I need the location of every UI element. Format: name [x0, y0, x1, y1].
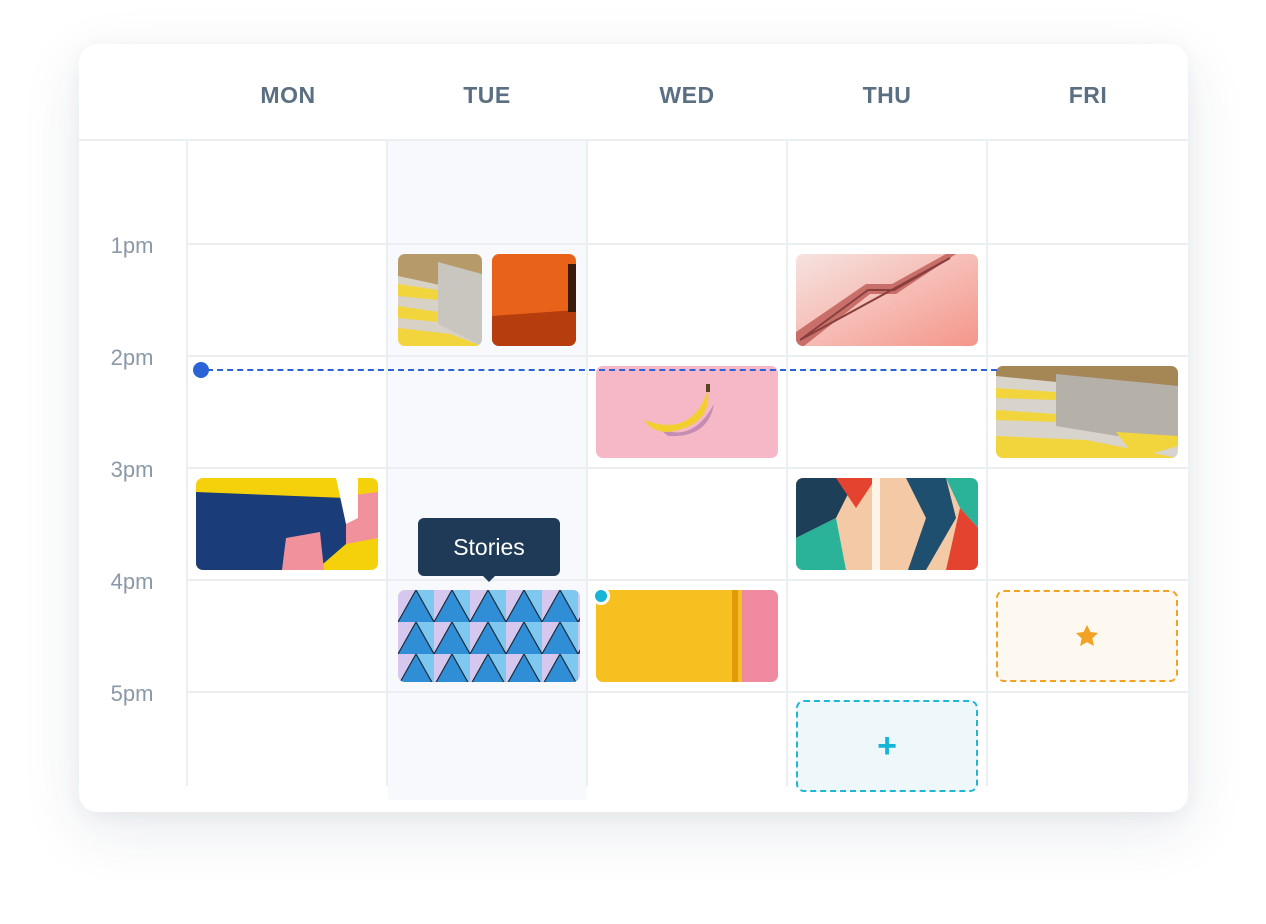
time-label-1pm: 1pm: [110, 233, 154, 258]
post-thumbnail-orange-wall[interactable]: [492, 254, 576, 346]
post-thumbnail-corridor[interactable]: [398, 254, 482, 346]
post-thumbnail-yellow-wall[interactable]: [596, 590, 778, 682]
tooltip-arrow: [482, 575, 496, 582]
grid-row-line: [186, 579, 1188, 581]
day-header-tue[interactable]: TUE: [387, 82, 587, 109]
today-column-highlight: [388, 140, 587, 800]
stories-tooltip: Stories: [418, 518, 560, 576]
time-label-3pm: 3pm: [110, 457, 154, 482]
star-icon: [1075, 624, 1099, 647]
day-header-thu[interactable]: THU: [787, 82, 987, 109]
plus-icon: +: [877, 726, 897, 765]
post-thumbnail-blue-abstract[interactable]: [196, 478, 378, 570]
grid-column-line: [386, 140, 388, 786]
grid-row-line: [186, 355, 1188, 357]
grid-column-line: [786, 140, 788, 786]
grid-column-line: [586, 140, 588, 786]
favorite-slot[interactable]: [996, 590, 1178, 682]
grid-column-line: [986, 140, 988, 786]
grid-row-line: [186, 467, 1188, 469]
post-thumbnail-banana[interactable]: [596, 366, 778, 458]
grid-row-line: [186, 243, 1188, 245]
time-label-4pm: 4pm: [110, 569, 154, 594]
current-time-line: [197, 369, 997, 371]
add-post-slot[interactable]: +: [796, 700, 978, 792]
post-thumbnail-triangles[interactable]: [398, 590, 580, 682]
day-header-wed[interactable]: WED: [587, 82, 787, 109]
header-divider: [79, 139, 1188, 141]
current-time-dot: [193, 362, 209, 378]
selection-handle[interactable]: [592, 587, 610, 605]
grid-row-line: [186, 691, 1188, 693]
day-header-mon[interactable]: MON: [188, 82, 388, 109]
calendar-card: MON TUE WED THU FRI 1pm 2pm 3pm 4pm 5pm: [79, 44, 1188, 812]
time-label-2pm: 2pm: [110, 345, 154, 370]
grid-column-line: [186, 140, 188, 786]
time-label-5pm: 5pm: [110, 681, 154, 706]
post-thumbnail-mural[interactable]: [796, 478, 978, 570]
post-thumbnail-escalator[interactable]: [796, 254, 978, 346]
day-header-fri[interactable]: FRI: [988, 82, 1188, 109]
post-thumbnail-corridor-2[interactable]: [996, 366, 1178, 458]
